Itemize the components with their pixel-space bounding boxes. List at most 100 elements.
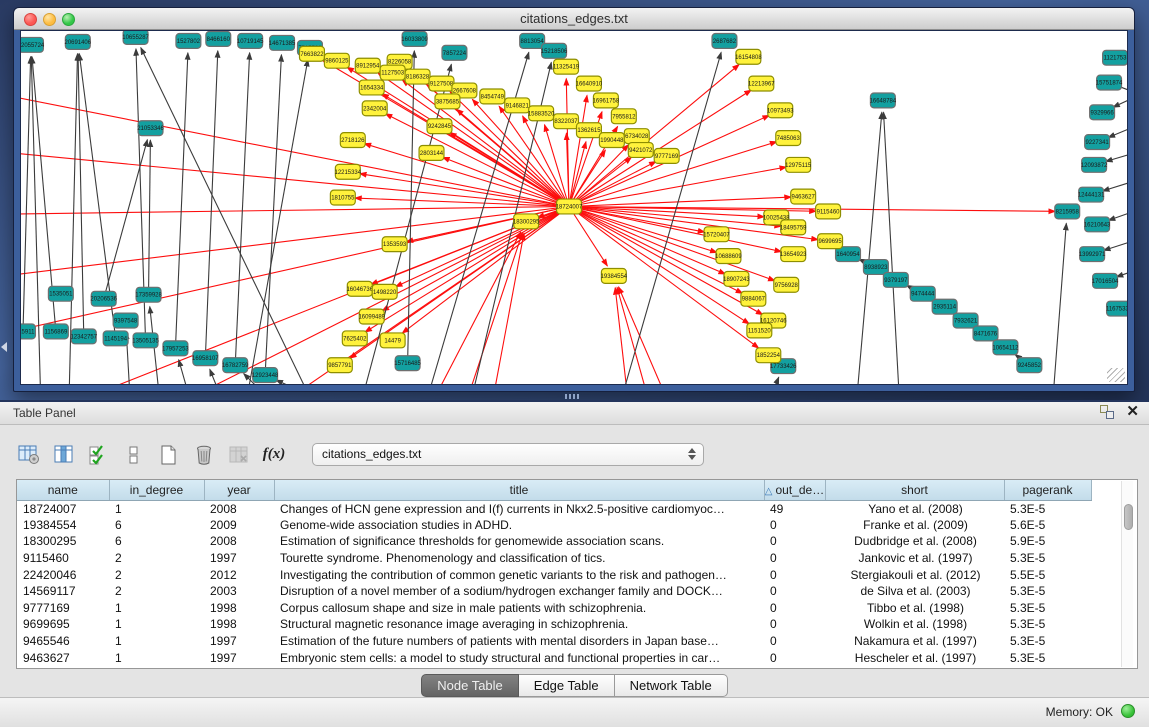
cell-out_degree[interactable]: 49 bbox=[764, 500, 825, 517]
graph-node[interactable]: 17957253 bbox=[162, 341, 189, 356]
cell-short[interactable]: Jankovic et al. (1997) bbox=[825, 550, 1004, 567]
cell-title[interactable]: Structural magnetic resonance image aver… bbox=[274, 616, 764, 633]
graph-node[interactable]: 12975115 bbox=[785, 157, 812, 172]
graph-node[interactable]: 1535051 bbox=[48, 286, 73, 301]
graph-node[interactable]: 9115460 bbox=[816, 204, 841, 219]
graph-node[interactable]: 7857224 bbox=[442, 45, 467, 60]
graph-node[interactable]: 1121753 bbox=[1103, 50, 1127, 65]
cell-out_degree[interactable]: 0 bbox=[764, 616, 825, 633]
cell-year[interactable]: 1998 bbox=[204, 616, 274, 633]
float-panel-icon[interactable] bbox=[1100, 405, 1114, 419]
graph-node[interactable]: 7485063 bbox=[776, 131, 801, 146]
tab-node-table[interactable]: Node Table bbox=[421, 674, 519, 697]
graph-node[interactable]: 14479 bbox=[380, 333, 405, 348]
cell-out_degree[interactable]: 0 bbox=[764, 633, 825, 650]
cell-short[interactable]: Dudbridge et al. (2008) bbox=[825, 533, 1004, 550]
graph-node[interactable]: 16033809 bbox=[401, 31, 428, 46]
graph-node[interactable]: 9146821 bbox=[505, 98, 530, 113]
graph-node[interactable]: 16154808 bbox=[735, 49, 762, 64]
cell-in_degree[interactable]: 1 bbox=[109, 600, 204, 617]
graph-node[interactable]: 9857791 bbox=[327, 358, 352, 373]
graph-node[interactable]: 16640910 bbox=[576, 76, 603, 91]
graph-node[interactable]: 9421072 bbox=[628, 143, 653, 158]
cell-in_degree[interactable]: 2 bbox=[109, 566, 204, 583]
graph-node[interactable]: 14671385 bbox=[269, 35, 296, 50]
graph-node[interactable]: 8454749 bbox=[480, 89, 505, 104]
cell-year[interactable]: 2008 bbox=[204, 500, 274, 517]
cell-pagerank[interactable]: 5.6E-5 bbox=[1004, 517, 1091, 534]
graph-node[interactable]: 9463627 bbox=[791, 189, 816, 204]
cell-name[interactable]: 14569117 bbox=[17, 583, 109, 600]
graph-node[interactable]: 12215334 bbox=[335, 164, 362, 179]
graph-node[interactable]: 20691406 bbox=[65, 34, 92, 49]
table-row[interactable]: 946554611997Estimation of the future num… bbox=[17, 633, 1091, 650]
cell-year[interactable]: 2012 bbox=[204, 566, 274, 583]
graph-node[interactable]: 2935114 bbox=[932, 299, 957, 314]
cell-short[interactable]: de Silva et al. (2003) bbox=[825, 583, 1004, 600]
cell-short[interactable]: Franke et al. (2009) bbox=[825, 517, 1004, 534]
cell-year[interactable]: 1998 bbox=[204, 600, 274, 617]
graph-node[interactable]: 1151520 bbox=[747, 323, 772, 338]
table-row[interactable]: 1872400712008Changes of HCN gene express… bbox=[17, 500, 1091, 517]
cell-year[interactable]: 2009 bbox=[204, 517, 274, 534]
table-row[interactable]: 2242004622012Investigating the contribut… bbox=[17, 566, 1091, 583]
graph-node[interactable]: 9242845 bbox=[427, 119, 452, 134]
cell-name[interactable]: 22420046 bbox=[17, 566, 109, 583]
select-all-icon[interactable] bbox=[86, 442, 112, 468]
graph-node[interactable]: 1127503 bbox=[380, 65, 405, 80]
tab-network-table[interactable]: Network Table bbox=[615, 674, 728, 697]
column-header-year[interactable]: year bbox=[204, 480, 274, 500]
cell-short[interactable]: Wolkin et al. (1998) bbox=[825, 616, 1004, 633]
cell-name[interactable]: 9463627 bbox=[17, 649, 109, 666]
cell-year[interactable]: 1997 bbox=[204, 649, 274, 666]
graph-node[interactable]: 15720407 bbox=[703, 227, 730, 242]
graph-node[interactable]: 16099489 bbox=[358, 309, 385, 324]
minimize-window-button[interactable] bbox=[43, 13, 56, 26]
graph-node[interactable]: 13992971 bbox=[1079, 247, 1106, 262]
cell-out_degree[interactable]: 0 bbox=[764, 583, 825, 600]
graph-node[interactable]: 1353593 bbox=[382, 237, 407, 252]
cell-short[interactable]: Stergiakouli et al. (2012) bbox=[825, 566, 1004, 583]
cell-title[interactable]: Embryonic stem cells: a model to study s… bbox=[274, 649, 764, 666]
cell-in_degree[interactable]: 2 bbox=[109, 583, 204, 600]
cell-year[interactable]: 2008 bbox=[204, 533, 274, 550]
graph-node[interactable]: 10655287 bbox=[122, 31, 149, 44]
network-canvas[interactable]: 2205572420691406106552871527802846616010… bbox=[20, 30, 1128, 385]
cell-title[interactable]: Investigating the contribution of common… bbox=[274, 566, 764, 583]
graph-node[interactable]: 1654334 bbox=[359, 80, 384, 95]
graph-node[interactable]: 18300295 bbox=[513, 214, 540, 229]
cell-pagerank[interactable]: 5.3E-5 bbox=[1004, 600, 1091, 617]
graph-node[interactable]: 7625402 bbox=[342, 331, 367, 346]
graph-node[interactable]: 18907243 bbox=[723, 271, 750, 286]
graph-node[interactable]: 2342004 bbox=[362, 101, 387, 116]
graph-node[interactable]: 16046736 bbox=[346, 281, 373, 296]
graph-node[interactable]: 7932621 bbox=[953, 313, 978, 328]
cell-in_degree[interactable]: 6 bbox=[109, 533, 204, 550]
cell-out_degree[interactable]: 0 bbox=[764, 600, 825, 617]
column-header-in_degree[interactable]: in_degree bbox=[109, 480, 204, 500]
tab-edge-table[interactable]: Edge Table bbox=[519, 674, 615, 697]
graph-node[interactable]: 9756928 bbox=[774, 277, 799, 292]
cell-title[interactable]: Estimation of the future numbers of pati… bbox=[274, 633, 764, 650]
graph-node[interactable]: 15751874 bbox=[1096, 75, 1123, 90]
graph-node[interactable]: 9379197 bbox=[883, 272, 908, 287]
graph-node[interactable]: 9397548 bbox=[113, 313, 138, 328]
graph-node[interactable]: 1156869 bbox=[43, 324, 68, 339]
cell-pagerank[interactable]: 5.3E-5 bbox=[1004, 616, 1091, 633]
cell-short[interactable]: Hescheler et al. (1997) bbox=[825, 649, 1004, 666]
cell-out_degree[interactable]: 0 bbox=[764, 566, 825, 583]
graph-node[interactable]: 10654112 bbox=[992, 340, 1019, 355]
cell-short[interactable]: Tibbo et al. (1998) bbox=[825, 600, 1004, 617]
graph-node[interactable]: 8186328 bbox=[405, 69, 430, 84]
cell-pagerank[interactable]: 5.3E-5 bbox=[1004, 550, 1091, 567]
graph-node[interactable]: 16961758 bbox=[593, 93, 620, 108]
cell-title[interactable]: Corpus callosum shape and size in male p… bbox=[274, 600, 764, 617]
cell-out_degree[interactable]: 0 bbox=[764, 550, 825, 567]
cell-name[interactable]: 9699695 bbox=[17, 616, 109, 633]
graph-node[interactable]: 15218506 bbox=[541, 43, 568, 58]
graph-node[interactable]: 9329966 bbox=[1090, 105, 1115, 120]
cell-title[interactable]: Genome-wide association studies in ADHD. bbox=[274, 517, 764, 534]
graph-node[interactable]: 16648784 bbox=[870, 93, 897, 108]
cell-out_degree[interactable]: 0 bbox=[764, 517, 825, 534]
close-panel-icon[interactable]: ✕ bbox=[1126, 405, 1139, 419]
